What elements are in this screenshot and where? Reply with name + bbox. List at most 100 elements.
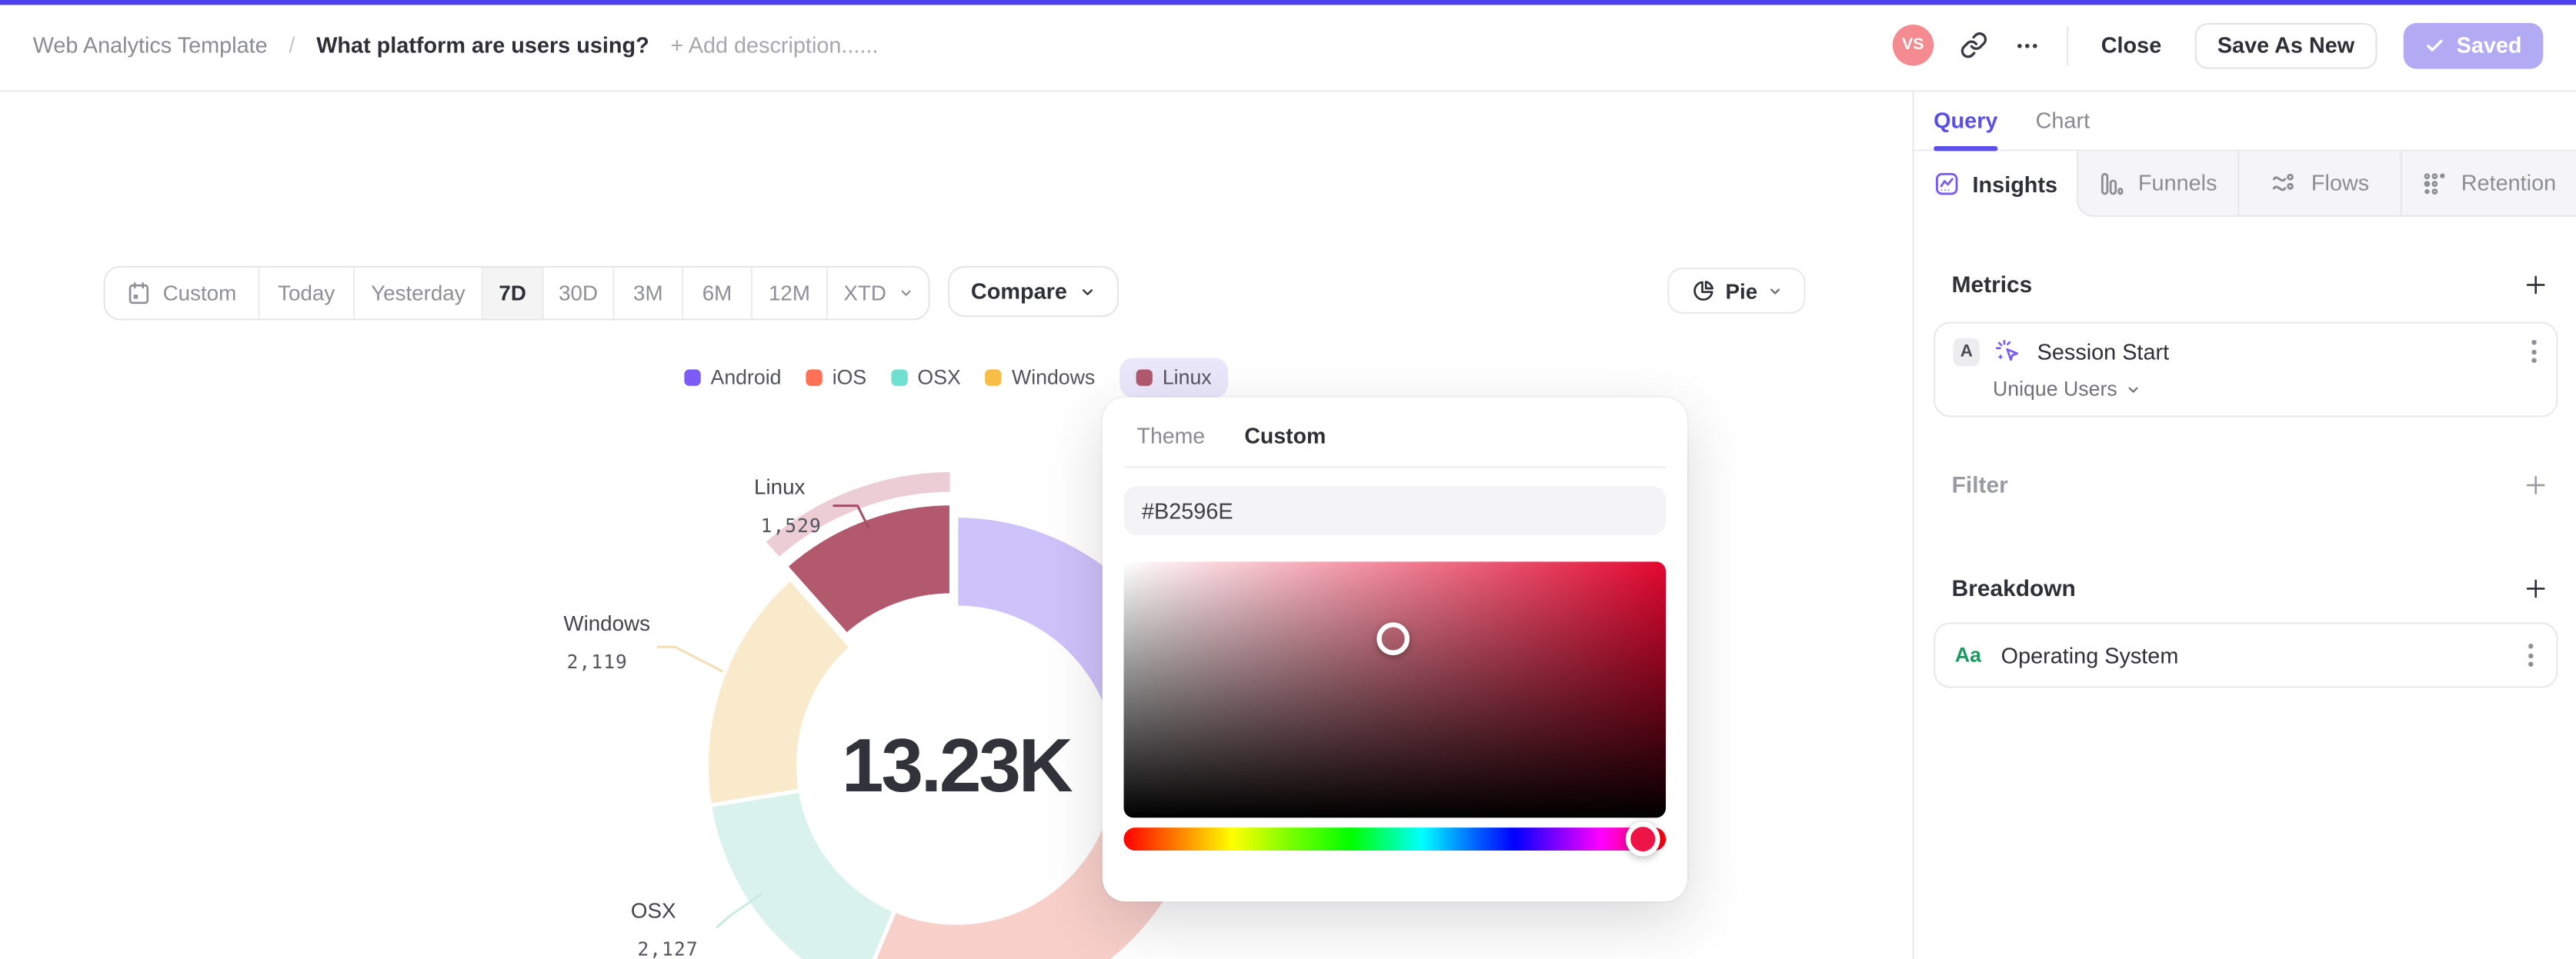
saved-label: Saved — [2456, 32, 2522, 58]
breakdown-card[interactable]: Aa Operating System — [1934, 622, 2558, 688]
breadcrumb: Web Analytics Template / What platform a… — [33, 33, 879, 58]
more-options-button[interactable] — [2014, 32, 2040, 58]
add-metric-button[interactable] — [2522, 270, 2550, 298]
plus-icon — [2526, 475, 2545, 494]
metrics-section-header: Metrics — [1914, 268, 2576, 301]
tab-chart[interactable]: Chart — [2036, 92, 2090, 150]
tab-label: Funnels — [2137, 171, 2217, 196]
range-7d[interactable]: 7D — [482, 268, 544, 319]
avatar[interactable]: VS — [1892, 25, 1934, 66]
metric-aggregation[interactable]: Unique Users — [1993, 378, 2141, 401]
metric-card[interactable]: A Session Start Unique Users — [1934, 321, 2558, 418]
tab-label: Retention — [2461, 171, 2557, 196]
divider — [2066, 25, 2069, 65]
app: Web Analytics Template / What platform a… — [0, 0, 2576, 959]
link-icon — [1960, 32, 1987, 58]
add-filter-button[interactable] — [2522, 471, 2550, 498]
query-sidebar: Query Chart Insights Funnels Flows Reten… — [1912, 92, 2576, 959]
slice-label-name: Windows — [563, 611, 651, 636]
breakdown-section-header: Breakdown — [1914, 571, 2576, 604]
range-12m[interactable]: 12M — [752, 268, 829, 319]
legend-item-osx[interactable]: OSX — [891, 366, 961, 389]
chevron-down-icon — [1081, 288, 1092, 295]
funnels-icon — [2101, 171, 2124, 195]
add-breakdown-button[interactable] — [2522, 574, 2550, 601]
color-picker-tabs: Theme Custom — [1137, 417, 1326, 453]
breakdown-property-name: Operating System — [2000, 642, 2179, 668]
aggregation-label: Unique Users — [1993, 378, 2117, 401]
tab-flows[interactable]: Flows — [2237, 151, 2401, 217]
slice-label-value: 2,119 — [566, 650, 628, 674]
chart-canvas: Custom Today Yesterday 7D 30D 3M 6M 12M XTD Comp… — [0, 92, 1913, 959]
metric-event-name: Session Start — [2037, 338, 2170, 364]
tab-label: Flows — [2311, 171, 2370, 196]
plus-icon — [2526, 275, 2545, 294]
add-description-button[interactable]: + Add description...... — [670, 33, 878, 58]
tab-label: Insights — [1972, 171, 2058, 197]
retention-icon — [2424, 172, 2445, 194]
legend-swatch — [1136, 369, 1153, 386]
tab-retention[interactable]: Retention — [2400, 151, 2576, 217]
tab-query[interactable]: Query — [1934, 92, 1998, 152]
compare-label: Compare — [970, 278, 1067, 305]
share-link-button[interactable] — [1960, 32, 1987, 59]
legend-item-android[interactable]: Android — [684, 366, 782, 389]
chevron-down-icon — [1770, 288, 1780, 294]
legend-swatch — [891, 369, 908, 386]
color-cursor[interactable] — [1376, 621, 1410, 655]
property-type-icon: Aa — [1954, 644, 1982, 667]
date-range-control: Custom Today Yesterday 7D 30D 3M 6M 12M XTD — [103, 265, 930, 321]
tab-insights[interactable]: Insights — [1914, 151, 2077, 217]
leader-line-windows — [657, 645, 724, 673]
analysis-mode-tabs: Insights Funnels Flows Retention — [1914, 151, 2576, 217]
slice-label-windows: Windows 2,119 — [563, 611, 650, 673]
pie-slice-osx[interactable] — [707, 788, 897, 959]
breadcrumb-root[interactable]: Web Analytics Template — [33, 33, 268, 58]
range-3m[interactable]: 3M — [615, 268, 684, 319]
saved-button[interactable]: Saved — [2404, 22, 2544, 68]
chart-type-button[interactable]: Pie — [1667, 268, 1806, 314]
filter-heading: Filter — [1951, 471, 2008, 498]
legend-label: OSX — [917, 366, 961, 390]
breakdown-menu-button[interactable] — [2525, 641, 2537, 670]
chevron-down-icon — [2128, 386, 2137, 392]
tab-theme[interactable]: Theme — [1137, 417, 1206, 453]
check-icon — [2427, 38, 2444, 51]
range-yesterday[interactable]: Yesterday — [355, 268, 483, 319]
metric-menu-button[interactable] — [2528, 337, 2540, 366]
topbar-actions: VS Close Save As New Saved — [1892, 22, 2544, 68]
tab-funnels[interactable]: Funnels — [2076, 151, 2238, 217]
topbar: Web Analytics Template / What platform a… — [0, 0, 2576, 92]
close-button[interactable]: Close — [2094, 33, 2168, 58]
page-title[interactable]: What platform are users using? — [316, 33, 649, 58]
hex-color-input[interactable] — [1123, 486, 1667, 536]
range-30d[interactable]: 30D — [544, 268, 615, 319]
tab-custom[interactable]: Custom — [1244, 417, 1326, 453]
metrics-heading: Metrics — [1951, 271, 2033, 298]
saturation-value-area[interactable] — [1123, 561, 1667, 818]
legend-label: Linux — [1162, 366, 1212, 390]
chart-type-label: Pie — [1725, 278, 1758, 303]
range-custom[interactable]: Custom — [105, 268, 260, 319]
legend-item-ios[interactable]: iOS — [806, 366, 866, 389]
plus-icon — [2526, 578, 2545, 598]
sidebar-tabs: Query Chart — [1914, 92, 2576, 152]
donut-center-total: 13.23K — [841, 722, 1073, 808]
slice-label-value: 2,127 — [637, 937, 699, 959]
divider — [1123, 466, 1667, 468]
legend-item-windows[interactable]: Windows — [985, 366, 1095, 389]
legend-swatch — [806, 369, 823, 386]
metric-row: A Session Start — [1953, 337, 2540, 366]
slice-label-name: Linux — [754, 475, 806, 500]
legend-item-linux[interactable]: Linux — [1119, 358, 1229, 398]
chart-legend: Android iOS OSX Windows Linux — [684, 353, 1229, 402]
range-6m[interactable]: 6M — [683, 268, 752, 319]
range-xtd[interactable]: XTD — [828, 268, 928, 318]
legend-swatch — [985, 369, 1003, 386]
hue-slider-handle[interactable] — [1626, 821, 1660, 857]
save-as-new-button[interactable]: Save As New — [2194, 22, 2378, 68]
range-today[interactable]: Today — [259, 268, 355, 319]
hue-slider[interactable] — [1123, 821, 1667, 857]
compare-button[interactable]: Compare — [948, 265, 1119, 318]
filter-section-header: Filter — [1914, 468, 2576, 501]
